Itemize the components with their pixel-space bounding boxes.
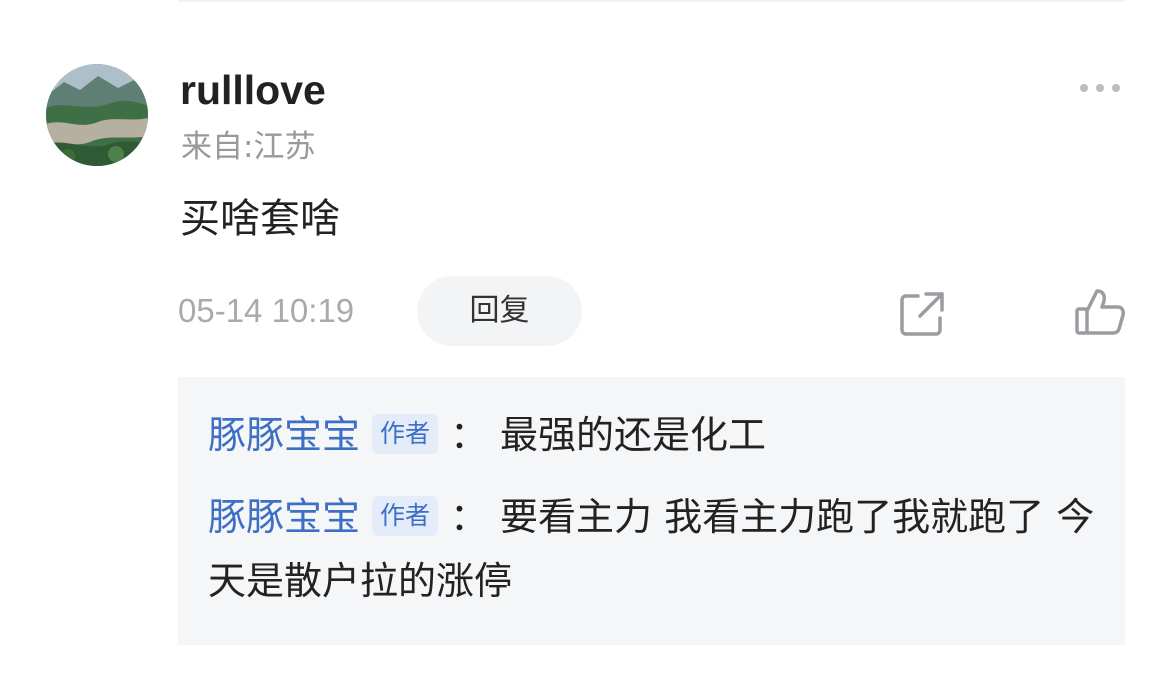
top-divider	[178, 0, 1125, 2]
avatar[interactable]	[46, 64, 148, 166]
thumbs-up-icon[interactable]	[1073, 285, 1127, 339]
reply-author[interactable]: 豚豚宝宝	[208, 413, 360, 457]
timestamp: 05-14 10:19	[178, 292, 355, 329]
reply-text: 最强的还是化工	[500, 413, 767, 457]
author-badge: 作者	[372, 414, 439, 454]
share-external-icon[interactable]	[898, 288, 948, 338]
reply-button[interactable]: 回复	[417, 276, 582, 346]
reply-item[interactable]: 豚豚宝宝 作者 ：最强的还是化工	[208, 403, 1108, 467]
author-badge: 作者	[372, 496, 439, 536]
username[interactable]: rulllove	[180, 66, 326, 114]
more-dot	[1112, 84, 1120, 92]
reply-separator: ：	[450, 413, 489, 457]
more-dots-icon[interactable]	[1072, 74, 1128, 102]
reply-author[interactable]: 豚豚宝宝	[208, 495, 360, 539]
replies-box: 豚豚宝宝 作者：最强的还是化工 豚豚宝宝 作者：要看主力 我看主力跑了我就跑了 今天…	[178, 377, 1125, 645]
location-label: 来自:江苏	[181, 129, 316, 165]
more-dot	[1096, 84, 1104, 92]
more-dot	[1080, 84, 1088, 92]
comment-text: 买啥套啥	[180, 196, 340, 242]
reply-separator: ：	[450, 495, 489, 539]
landscape-avatar-image	[46, 64, 148, 166]
reply-item[interactable]: 豚豚宝宝 作者：要看主力 我看主力跑了我就跑了 今天是散户拉的涨停	[208, 485, 1108, 613]
